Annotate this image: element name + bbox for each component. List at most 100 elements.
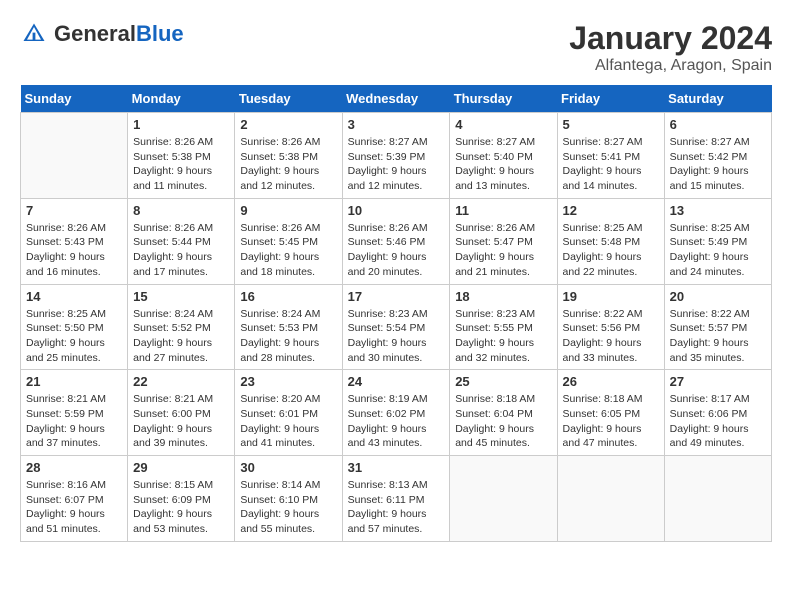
calendar-header-row: SundayMondayTuesdayWednesdayThursdayFrid… — [21, 85, 772, 113]
calendar-cell: 12 Sunrise: 8:25 AM Sunset: 5:48 PM Dayli… — [557, 198, 664, 284]
day-number: 25 — [455, 374, 551, 389]
day-number: 11 — [455, 203, 551, 218]
day-header-wednesday: Wednesday — [342, 85, 450, 113]
day-info: Sunrise: 8:27 AM Sunset: 5:41 PM Dayligh… — [563, 135, 659, 194]
calendar-cell: 2 Sunrise: 8:26 AM Sunset: 5:38 PM Daylig… — [235, 113, 342, 199]
calendar-cell: 29 Sunrise: 8:15 AM Sunset: 6:09 PM Dayli… — [128, 456, 235, 542]
day-header-saturday: Saturday — [664, 85, 771, 113]
calendar-cell — [450, 456, 557, 542]
day-info: Sunrise: 8:26 AM Sunset: 5:38 PM Dayligh… — [240, 135, 336, 194]
month-title: January 2024 — [569, 20, 772, 57]
calendar-cell: 21 Sunrise: 8:21 AM Sunset: 5:59 PM Dayli… — [21, 370, 128, 456]
day-number: 15 — [133, 289, 229, 304]
logo-blue-text: Blue — [136, 21, 184, 46]
calendar-cell: 13 Sunrise: 8:25 AM Sunset: 5:49 PM Dayli… — [664, 198, 771, 284]
day-number: 31 — [348, 460, 445, 475]
day-info: Sunrise: 8:23 AM Sunset: 5:55 PM Dayligh… — [455, 307, 551, 366]
calendar-cell: 5 Sunrise: 8:27 AM Sunset: 5:41 PM Daylig… — [557, 113, 664, 199]
calendar-cell: 8Sunrise: 8:26 AM Sunset: 5:44 PM Daylig… — [128, 198, 235, 284]
calendar-cell: 24 Sunrise: 8:19 AM Sunset: 6:02 PM Dayli… — [342, 370, 450, 456]
calendar-cell: 16 Sunrise: 8:24 AM Sunset: 5:53 PM Dayli… — [235, 284, 342, 370]
calendar-cell — [557, 456, 664, 542]
day-header-tuesday: Tuesday — [235, 85, 342, 113]
day-info: Sunrise: 8:27 AM Sunset: 5:42 PM Dayligh… — [670, 135, 766, 194]
calendar-cell: 1Sunrise: 8:26 AM Sunset: 5:38 PM Daylig… — [128, 113, 235, 199]
day-info: Sunrise: 8:20 AM Sunset: 6:01 PM Dayligh… — [240, 392, 336, 451]
day-number: 1 — [133, 117, 229, 132]
day-info: Sunrise: 8:14 AM Sunset: 6:10 PM Dayligh… — [240, 478, 336, 537]
calendar-cell — [21, 113, 128, 199]
calendar-cell: 15 Sunrise: 8:24 AM Sunset: 5:52 PM Dayli… — [128, 284, 235, 370]
calendar-cell: 30 Sunrise: 8:14 AM Sunset: 6:10 PM Dayli… — [235, 456, 342, 542]
day-info: Sunrise: 8:26 AM Sunset: 5:43 PM Dayligh… — [26, 221, 122, 280]
calendar-cell — [664, 456, 771, 542]
day-number: 9 — [240, 203, 336, 218]
day-number: 4 — [455, 117, 551, 132]
title-block: January 2024 Alfantega, Aragon, Spain — [569, 20, 772, 75]
day-info: Sunrise: 8:27 AM Sunset: 5:40 PM Dayligh… — [455, 135, 551, 194]
calendar-cell: 28Sunrise: 8:16 AM Sunset: 6:07 PM Dayli… — [21, 456, 128, 542]
day-header-monday: Monday — [128, 85, 235, 113]
day-number: 24 — [348, 374, 445, 389]
day-number: 26 — [563, 374, 659, 389]
calendar-cell: 20Sunrise: 8:22 AM Sunset: 5:57 PM Dayli… — [664, 284, 771, 370]
day-number: 7 — [26, 203, 122, 218]
day-info: Sunrise: 8:22 AM Sunset: 5:56 PM Dayligh… — [563, 307, 659, 366]
logo-icon — [20, 20, 48, 48]
day-number: 21 — [26, 374, 122, 389]
calendar-cell: 6Sunrise: 8:27 AM Sunset: 5:42 PM Daylig… — [664, 113, 771, 199]
day-info: Sunrise: 8:15 AM Sunset: 6:09 PM Dayligh… — [133, 478, 229, 537]
calendar-cell: 22Sunrise: 8:21 AM Sunset: 6:00 PM Dayli… — [128, 370, 235, 456]
calendar-cell: 18 Sunrise: 8:23 AM Sunset: 5:55 PM Dayli… — [450, 284, 557, 370]
day-number: 27 — [670, 374, 766, 389]
calendar-cell: 17Sunrise: 8:23 AM Sunset: 5:54 PM Dayli… — [342, 284, 450, 370]
day-number: 8 — [133, 203, 229, 218]
calendar-cell: 4 Sunrise: 8:27 AM Sunset: 5:40 PM Daylig… — [450, 113, 557, 199]
day-info: Sunrise: 8:25 AM Sunset: 5:48 PM Dayligh… — [563, 221, 659, 280]
calendar-cell: 25Sunrise: 8:18 AM Sunset: 6:04 PM Dayli… — [450, 370, 557, 456]
day-info: Sunrise: 8:27 AM Sunset: 5:39 PM Dayligh… — [348, 135, 445, 194]
calendar-cell: 31 Sunrise: 8:13 AM Sunset: 6:11 PM Dayli… — [342, 456, 450, 542]
day-info: Sunrise: 8:24 AM Sunset: 5:53 PM Dayligh… — [240, 307, 336, 366]
calendar-week-1: 1 Sunrise: 8:26 AM Sunset: 5:38 PM Daylig… — [21, 113, 772, 199]
day-header-friday: Friday — [557, 85, 664, 113]
logo: GeneralBlue — [20, 20, 184, 48]
day-number: 14 — [26, 289, 122, 304]
day-info: Sunrise: 8:18 AM Sunset: 6:05 PM Dayligh… — [563, 392, 659, 451]
location-subtitle: Alfantega, Aragon, Spain — [569, 57, 772, 75]
day-info: Sunrise: 8:23 AM Sunset: 5:54 PM Dayligh… — [348, 307, 445, 366]
page-header: GeneralBlue January 2024 Alfantega, Arag… — [20, 20, 772, 75]
calendar-body: 1 Sunrise: 8:26 AM Sunset: 5:38 PM Daylig… — [21, 113, 772, 542]
calendar-week-2: 7 Sunrise: 8:26 AM Sunset: 5:43 PM Daylig… — [21, 198, 772, 284]
day-number: 19 — [563, 289, 659, 304]
day-header-sunday: Sunday — [21, 85, 128, 113]
day-info: Sunrise: 8:26 AM Sunset: 5:46 PM Dayligh… — [348, 221, 445, 280]
day-number: 22 — [133, 374, 229, 389]
day-info: Sunrise: 8:21 AM Sunset: 5:59 PM Dayligh… — [26, 392, 122, 451]
day-number: 3 — [348, 117, 445, 132]
day-info: Sunrise: 8:25 AM Sunset: 5:50 PM Dayligh… — [26, 307, 122, 366]
calendar-cell: 7 Sunrise: 8:26 AM Sunset: 5:43 PM Daylig… — [21, 198, 128, 284]
day-info: Sunrise: 8:17 AM Sunset: 6:06 PM Dayligh… — [670, 392, 766, 451]
day-info: Sunrise: 8:13 AM Sunset: 6:11 PM Dayligh… — [348, 478, 445, 537]
day-info: Sunrise: 8:25 AM Sunset: 5:49 PM Dayligh… — [670, 221, 766, 280]
day-number: 13 — [670, 203, 766, 218]
calendar-cell: 11 Sunrise: 8:26 AM Sunset: 5:47 PM Dayli… — [450, 198, 557, 284]
calendar-cell: 3 Sunrise: 8:27 AM Sunset: 5:39 PM Daylig… — [342, 113, 450, 199]
day-number: 28 — [26, 460, 122, 475]
day-number: 16 — [240, 289, 336, 304]
calendar-cell: 23Sunrise: 8:20 AM Sunset: 6:01 PM Dayli… — [235, 370, 342, 456]
day-header-thursday: Thursday — [450, 85, 557, 113]
day-info: Sunrise: 8:26 AM Sunset: 5:47 PM Dayligh… — [455, 221, 551, 280]
day-number: 5 — [563, 117, 659, 132]
day-number: 18 — [455, 289, 551, 304]
day-info: Sunrise: 8:19 AM Sunset: 6:02 PM Dayligh… — [348, 392, 445, 451]
calendar-cell: 27 Sunrise: 8:17 AM Sunset: 6:06 PM Dayli… — [664, 370, 771, 456]
day-number: 2 — [240, 117, 336, 132]
day-info: Sunrise: 8:24 AM Sunset: 5:52 PM Dayligh… — [133, 307, 229, 366]
day-number: 30 — [240, 460, 336, 475]
calendar-week-3: 14 Sunrise: 8:25 AM Sunset: 5:50 PM Dayli… — [21, 284, 772, 370]
day-number: 12 — [563, 203, 659, 218]
calendar-cell: 10Sunrise: 8:26 AM Sunset: 5:46 PM Dayli… — [342, 198, 450, 284]
day-number: 29 — [133, 460, 229, 475]
